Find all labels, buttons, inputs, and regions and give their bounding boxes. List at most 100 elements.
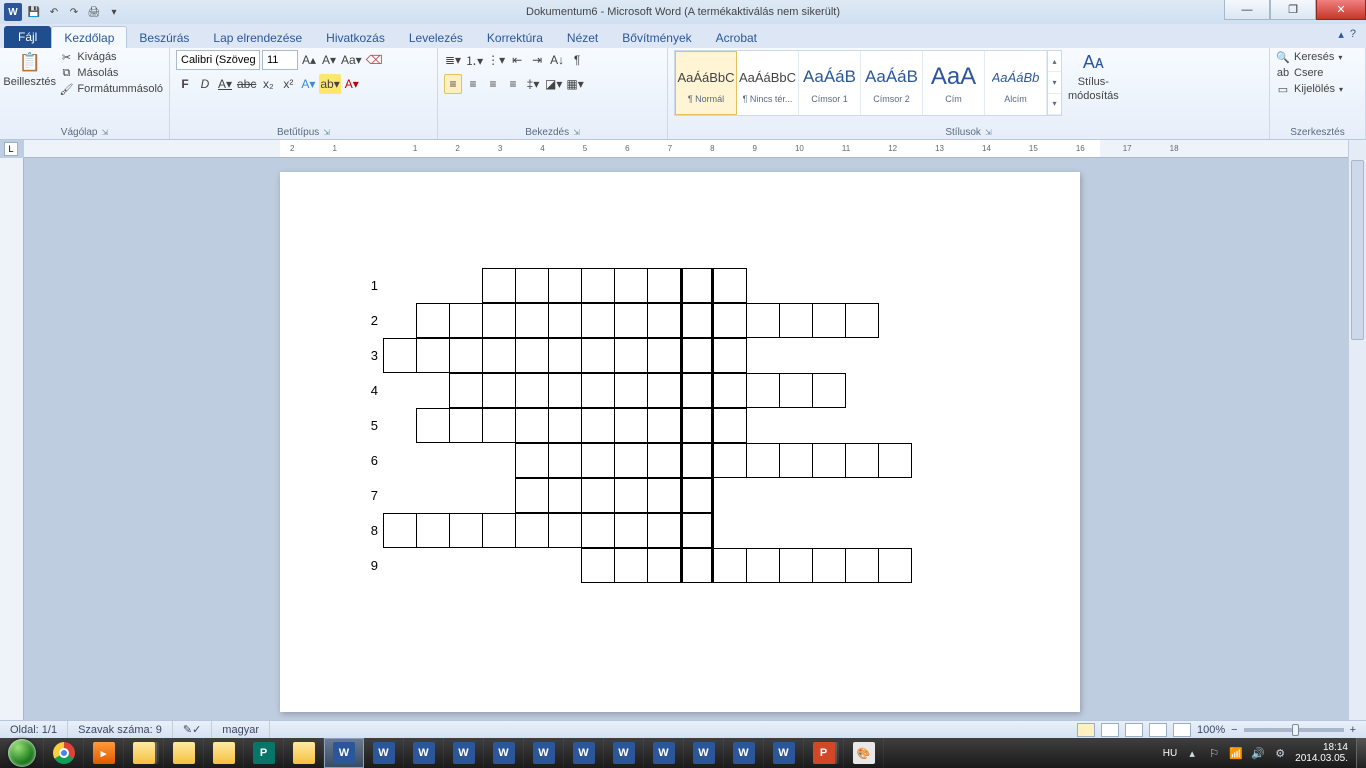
crossword-cell[interactable] [449, 513, 483, 548]
crossword-cell[interactable] [647, 548, 681, 583]
crossword-cell[interactable] [746, 373, 780, 408]
crossword-cell[interactable] [416, 408, 450, 443]
crossword-cell[interactable] [680, 373, 714, 408]
crossword-cell[interactable] [647, 513, 681, 548]
crossword-cell[interactable] [548, 303, 582, 338]
crossword-cell[interactable] [515, 513, 549, 548]
start-button[interactable] [0, 738, 44, 768]
crossword-cell[interactable] [845, 303, 879, 338]
crossword-cell[interactable] [482, 268, 516, 303]
text-effects-icon[interactable]: A▾ [299, 74, 317, 94]
justify-icon[interactable]: ≡ [504, 74, 522, 94]
crossword-cell[interactable] [779, 303, 813, 338]
style-item[interactable]: AaÁáBCímsor 1 [799, 51, 861, 115]
qat-print-icon[interactable]: 🖨 [86, 4, 102, 20]
task-word-8[interactable]: W [604, 738, 644, 768]
tab-mailings[interactable]: Levelezés [397, 27, 475, 48]
status-language[interactable]: magyar [212, 721, 270, 738]
crossword-cell[interactable] [779, 443, 813, 478]
bold-icon[interactable]: F [176, 74, 194, 94]
crossword-cell[interactable] [713, 268, 747, 303]
crossword-cell[interactable] [548, 408, 582, 443]
show-desktop-button[interactable] [1356, 738, 1366, 768]
crossword-cell[interactable] [713, 338, 747, 373]
copy-button[interactable]: ⧉Másolás [59, 66, 163, 80]
crossword-cell[interactable] [680, 303, 714, 338]
highlight-icon[interactable]: ab▾ [319, 74, 340, 94]
styles-gallery[interactable]: AaÁáBbC¶ NormálAaÁáBbC¶ Nincs tér...AaÁá… [674, 50, 1062, 116]
style-item[interactable]: AaÁáBCímsor 2 [861, 51, 923, 115]
italic-icon[interactable]: D [196, 74, 214, 94]
tray-flag-icon[interactable]: ⚐ [1207, 746, 1221, 760]
crossword-cell[interactable] [812, 548, 846, 583]
crossword-cell[interactable] [383, 338, 417, 373]
crossword-cell[interactable] [581, 548, 615, 583]
crossword-cell[interactable] [482, 408, 516, 443]
crossword-cell[interactable] [581, 478, 615, 513]
maximize-button[interactable]: ❐ [1270, 0, 1316, 20]
underline-icon[interactable]: A▾ [216, 74, 234, 94]
crossword-cell[interactable] [647, 408, 681, 443]
paste-button[interactable]: 📋 Beillesztés [6, 50, 53, 88]
scrollbar-thumb[interactable] [1351, 160, 1364, 340]
crossword-cell[interactable] [548, 373, 582, 408]
minimize-button[interactable]: — [1224, 0, 1270, 20]
crossword-cell[interactable] [581, 373, 615, 408]
crossword-cell[interactable] [779, 373, 813, 408]
clipboard-launcher-icon[interactable]: ⇲ [102, 128, 109, 137]
line-spacing-icon[interactable]: ‡▾ [524, 74, 542, 94]
tray-up-icon[interactable]: ▴ [1185, 746, 1199, 760]
document-page[interactable]: 123456789 [280, 172, 1080, 712]
crossword-cell[interactable] [845, 548, 879, 583]
crossword-cell[interactable] [581, 513, 615, 548]
change-styles-button[interactable]: Aᴀ Stílus- módosítás [1068, 50, 1119, 102]
crossword-cell[interactable] [614, 408, 648, 443]
crossword-cell[interactable] [416, 338, 450, 373]
crossword-cell[interactable] [647, 338, 681, 373]
crossword-cell[interactable] [713, 303, 747, 338]
style-item[interactable]: AaÁáBbC¶ Normál [675, 51, 737, 115]
change-case-icon[interactable]: Aa▾ [340, 50, 363, 70]
tab-acrobat[interactable]: Acrobat [704, 27, 769, 48]
crossword-cell[interactable] [647, 303, 681, 338]
clear-format-icon[interactable]: ⌫ [365, 50, 384, 70]
multilevel-icon[interactable]: ⋮▾ [486, 50, 506, 70]
task-explorer-4[interactable] [284, 738, 324, 768]
view-fullscreen-icon[interactable] [1101, 723, 1119, 737]
crossword-cell[interactable] [812, 443, 846, 478]
task-word-7[interactable]: W [564, 738, 604, 768]
crossword-cell[interactable] [515, 303, 549, 338]
crossword-cell[interactable] [647, 268, 681, 303]
crossword-cell[interactable] [416, 513, 450, 548]
font-size-input[interactable] [262, 50, 298, 70]
task-word-11[interactable]: W [724, 738, 764, 768]
crossword-cell[interactable] [680, 443, 714, 478]
indent-icon[interactable]: ⇥ [528, 50, 546, 70]
tab-insert[interactable]: Beszúrás [127, 27, 201, 48]
crossword-cell[interactable] [515, 373, 549, 408]
crossword-cell[interactable] [812, 303, 846, 338]
task-word-2[interactable]: W [364, 738, 404, 768]
task-powerpoint[interactable]: P [804, 738, 844, 768]
tab-home[interactable]: Kezdőlap [51, 26, 127, 48]
zoom-in-icon[interactable]: + [1350, 724, 1356, 736]
tab-references[interactable]: Hivatkozás [314, 27, 397, 48]
crossword-cell[interactable] [548, 268, 582, 303]
crossword-cell[interactable] [713, 443, 747, 478]
close-button[interactable]: ✕ [1316, 0, 1366, 20]
help-icon[interactable]: ? [1350, 28, 1356, 41]
crossword-cell[interactable] [548, 443, 582, 478]
crossword-cell[interactable] [581, 408, 615, 443]
tray-volume-icon[interactable]: 🔊 [1251, 746, 1265, 760]
task-word-9[interactable]: W [644, 738, 684, 768]
tab-stop-selector[interactable]: L [4, 142, 18, 156]
crossword-cell[interactable] [581, 303, 615, 338]
crossword-cell[interactable] [647, 373, 681, 408]
task-explorer-1[interactable] [124, 738, 164, 768]
crossword-cell[interactable] [515, 338, 549, 373]
crossword-cell[interactable] [614, 513, 648, 548]
crossword-cell[interactable] [449, 408, 483, 443]
qat-save-icon[interactable]: 💾 [26, 4, 42, 20]
replace-button[interactable]: abCsere [1276, 66, 1343, 80]
crossword-cell[interactable] [845, 443, 879, 478]
